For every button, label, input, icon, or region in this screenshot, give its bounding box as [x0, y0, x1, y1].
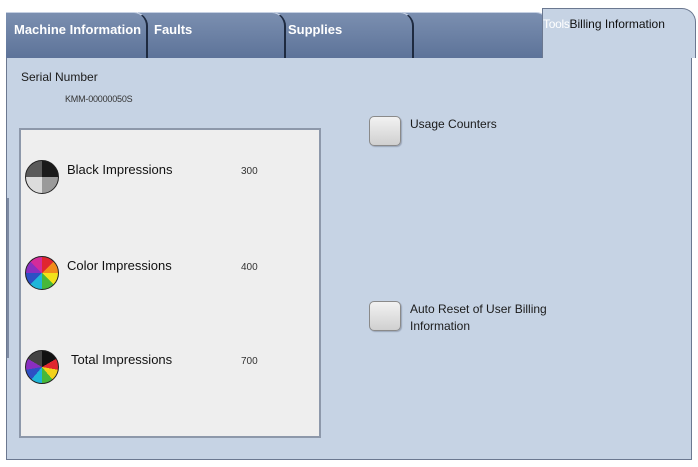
serial-number-value: KMM-00000050S: [65, 94, 133, 104]
impression-row-black: Black Impressions 300: [21, 160, 321, 200]
auto-reset-billing-label-line1: Auto Reset of User Billing: [410, 302, 547, 316]
auto-reset-billing-button[interactable]: [369, 301, 401, 331]
usage-counters-label: Usage Counters: [410, 117, 497, 131]
impression-row-color: Color Impressions 400: [21, 256, 321, 296]
black-impressions-label: Black Impressions: [67, 162, 173, 177]
total-impressions-value: 700: [241, 356, 258, 367]
black-impressions-value: 300: [241, 166, 258, 177]
black-impressions-icon: [25, 160, 59, 194]
billing-information-panel: Serial Number KMM-00000050S Black Impres…: [6, 56, 692, 460]
total-impressions-icon: [25, 350, 59, 384]
usage-counters-button[interactable]: [369, 116, 401, 146]
auto-reset-billing-label-line2: Information: [410, 319, 471, 333]
impression-row-total: Total Impressions 700: [21, 350, 321, 390]
color-impressions-label: Color Impressions: [67, 258, 172, 273]
serial-number-label: Serial Number: [21, 70, 98, 84]
total-impressions-label: Total Impressions: [71, 352, 173, 367]
tab-supplies[interactable]: Supplies: [274, 12, 414, 58]
tab-billing-information[interactable]: ToolsBilling Information: [542, 8, 696, 58]
tab-billing-information-label: Billing Information: [569, 17, 665, 31]
impressions-box: Black Impressions 300 Color Impressions …: [19, 128, 321, 438]
tab-tools-label[interactable]: Tools: [543, 17, 570, 31]
color-impressions-value: 400: [241, 262, 258, 273]
billing-information-screen: Machine Information Faults Supplies Tool…: [0, 0, 698, 467]
color-impressions-icon: [25, 256, 59, 290]
panel-edge-marks: [7, 198, 13, 358]
tab-tools[interactable]: [402, 12, 550, 58]
tab-faults[interactable]: Faults: [138, 12, 286, 58]
tab-machine-information[interactable]: Machine Information: [6, 12, 148, 58]
tab-bar: Machine Information Faults Supplies Tool…: [6, 8, 696, 58]
auto-reset-billing-label: Auto Reset of User Billing Information: [410, 301, 547, 335]
